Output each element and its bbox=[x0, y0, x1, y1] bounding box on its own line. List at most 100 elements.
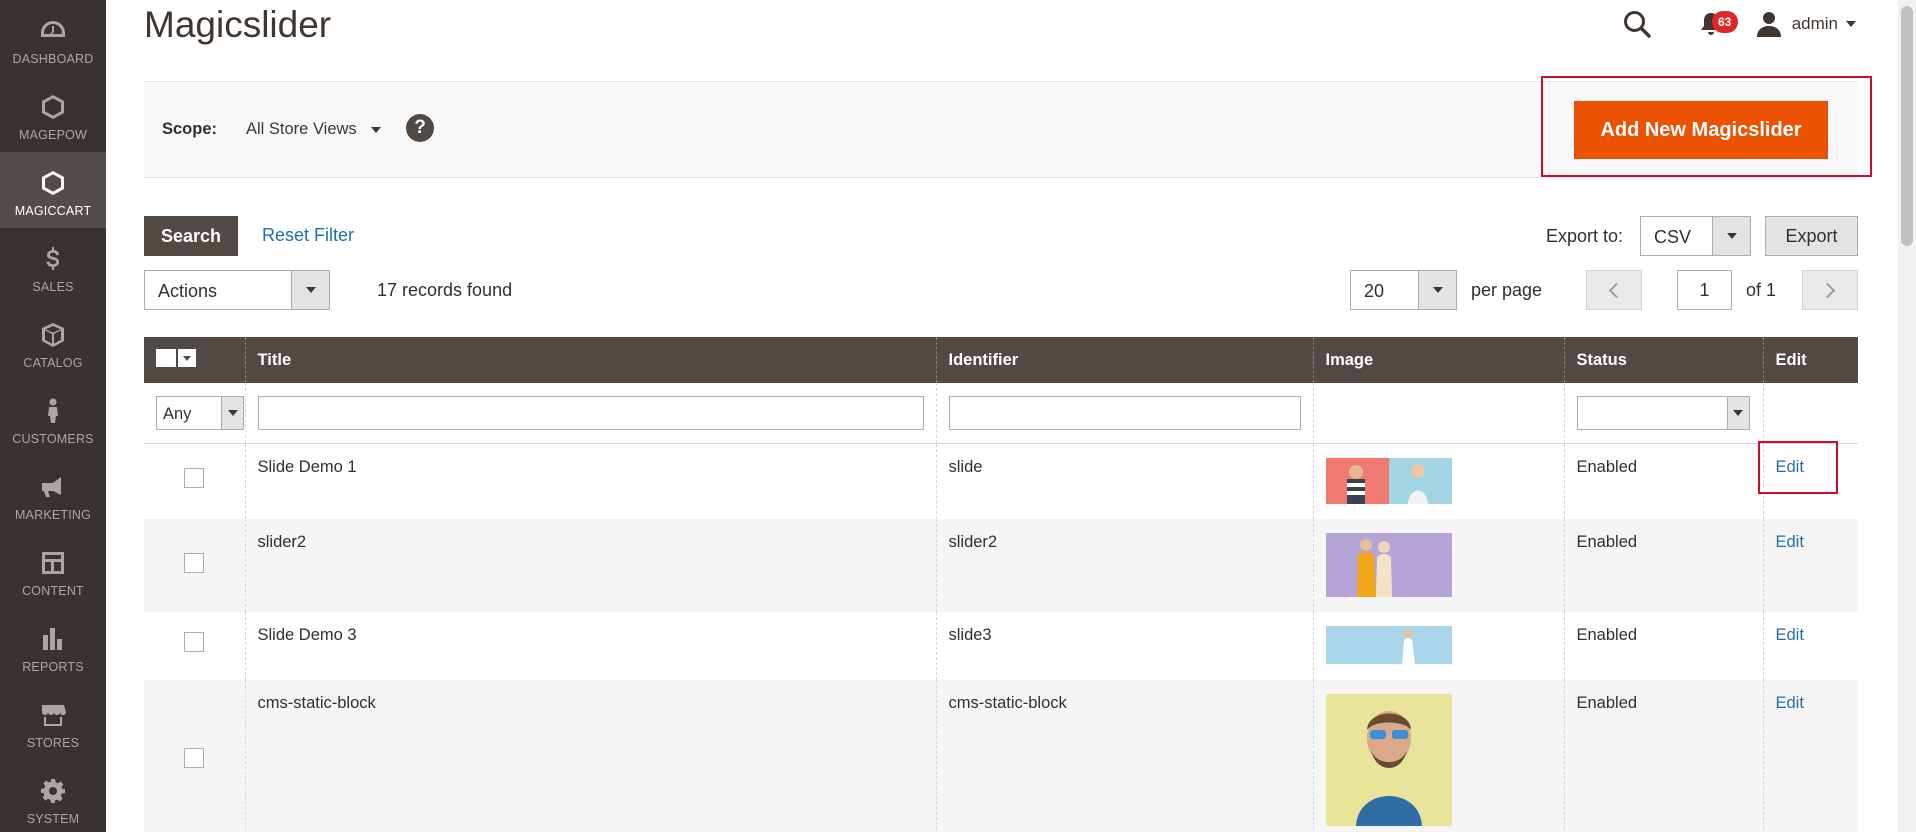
filter-row: Any bbox=[144, 383, 1858, 444]
row-checkbox[interactable] bbox=[184, 553, 205, 573]
sidebar-item-reports[interactable]: REPORTS bbox=[0, 608, 106, 684]
dollar-icon bbox=[38, 244, 68, 274]
records-found-count: 17 records found bbox=[377, 280, 513, 300]
chevron-down-icon bbox=[183, 355, 191, 361]
edit-cell: Edit bbox=[1762, 519, 1858, 612]
filter-cell bbox=[1312, 383, 1564, 444]
export-format-select[interactable]: CSV bbox=[1640, 216, 1751, 256]
actions-value: Actions bbox=[158, 281, 218, 301]
admin-user-menu[interactable]: admin bbox=[1756, 11, 1856, 37]
row-select-cell bbox=[144, 519, 245, 612]
title-cell: Slide Demo 3 bbox=[244, 612, 936, 680]
table-row[interactable]: cms-static-block cms-static-block Enable… bbox=[144, 680, 1858, 832]
sidebar-item-system[interactable]: SYSTEM bbox=[0, 760, 106, 832]
slide-thumbnail-image bbox=[1325, 626, 1452, 664]
filter-cell bbox=[244, 383, 936, 444]
select-all-checkbox[interactable] bbox=[156, 349, 176, 367]
row-checkbox[interactable] bbox=[184, 467, 205, 488]
sidebar-item-content[interactable]: CONTENT bbox=[0, 532, 106, 608]
mass-select-header bbox=[144, 337, 245, 383]
chevron-down-icon bbox=[305, 287, 316, 293]
gear-icon bbox=[38, 776, 68, 806]
row-checkbox[interactable] bbox=[184, 632, 205, 652]
identifier-cell: slide bbox=[935, 443, 1313, 519]
previous-page-button[interactable] bbox=[1586, 270, 1642, 310]
sidebar-item-catalog[interactable]: CATALOG bbox=[0, 304, 106, 380]
sidebar-item-sales[interactable]: SALES bbox=[0, 228, 106, 304]
per-page-select[interactable]: 20 bbox=[1350, 270, 1457, 310]
page-scrollbar[interactable] bbox=[1898, 0, 1916, 832]
row-checkbox[interactable] bbox=[184, 748, 205, 768]
row-select-cell bbox=[144, 680, 245, 832]
sidebar-item-label: SYSTEM bbox=[26, 812, 80, 826]
column-header-edit: Edit bbox=[1762, 337, 1858, 383]
sidebar-item-customers[interactable]: CUSTOMERS bbox=[0, 380, 106, 456]
table-row[interactable]: Slide Demo 3 slide3 Enabled Edit bbox=[144, 612, 1858, 680]
current-page-input[interactable] bbox=[1677, 270, 1732, 310]
table-row[interactable]: slider2 slider2 Enabled Edit bbox=[144, 519, 1858, 612]
admin-sidebar: DASHBOARD MAGEPOW MAGICCART SALES CATALO… bbox=[0, 0, 106, 832]
status-cell: Enabled bbox=[1563, 680, 1763, 832]
image-cell bbox=[1312, 443, 1564, 519]
title-cell: cms-static-block bbox=[244, 680, 936, 832]
help-icon[interactable]: ? bbox=[406, 114, 434, 142]
sidebar-item-label: CUSTOMERS bbox=[12, 432, 94, 446]
mass-filter-select[interactable]: Any bbox=[156, 395, 244, 430]
search-button[interactable]: Search bbox=[144, 216, 238, 256]
chevron-down-icon bbox=[1726, 233, 1737, 239]
title-filter-input[interactable] bbox=[257, 395, 924, 430]
status-cell: Enabled bbox=[1563, 443, 1763, 519]
identifier-cell: cms-static-block bbox=[935, 680, 1313, 832]
select-arrow bbox=[1712, 217, 1750, 255]
select-arrow bbox=[291, 271, 329, 309]
notifications-bell[interactable]: 63 bbox=[1696, 9, 1738, 39]
sidebar-item-stores[interactable]: STORES bbox=[0, 684, 106, 760]
identifier-cell: slide3 bbox=[935, 612, 1313, 680]
column-header-status[interactable]: Status bbox=[1563, 337, 1763, 383]
column-header-image[interactable]: Image bbox=[1312, 337, 1564, 383]
mass-actions-select[interactable]: Actions bbox=[144, 270, 330, 310]
edit-link[interactable]: Edit bbox=[1776, 694, 1804, 712]
bar-chart-icon bbox=[38, 624, 68, 654]
scrollbar-thumb[interactable] bbox=[1901, 6, 1913, 246]
layout-icon bbox=[38, 548, 68, 578]
mass-select-dropdown[interactable] bbox=[156, 348, 196, 368]
user-icon bbox=[1756, 12, 1781, 37]
megaphone-icon bbox=[38, 472, 68, 502]
magicslider-grid: Title Identifier Image Status Edit Any S… bbox=[144, 337, 1858, 832]
reset-filter-link[interactable]: Reset Filter bbox=[262, 225, 354, 246]
search-icon[interactable] bbox=[1622, 9, 1652, 39]
table-row[interactable]: Slide Demo 1 slide Enabled Edit bbox=[144, 443, 1858, 519]
mass-select-caret[interactable] bbox=[178, 349, 196, 367]
person-icon bbox=[38, 396, 68, 426]
slide-thumbnail-image bbox=[1325, 457, 1452, 504]
column-header-identifier[interactable]: Identifier bbox=[935, 337, 1313, 383]
sidebar-item-marketing[interactable]: MARKETING bbox=[0, 456, 106, 532]
sidebar-item-label: STORES bbox=[26, 736, 80, 750]
add-new-magicslider-button[interactable]: Add New Magicslider bbox=[1574, 101, 1828, 159]
status-cell: Enabled bbox=[1563, 519, 1763, 612]
sidebar-item-dashboard[interactable]: DASHBOARD bbox=[0, 0, 106, 76]
filter-cell: Any bbox=[144, 383, 245, 444]
next-page-button[interactable] bbox=[1802, 270, 1858, 310]
export-button[interactable]: Export bbox=[1765, 216, 1858, 256]
edit-link[interactable]: Edit bbox=[1776, 626, 1804, 644]
sidebar-item-label: MAGICCART bbox=[14, 204, 92, 218]
edit-link[interactable]: Edit bbox=[1776, 533, 1804, 551]
title-cell: Slide Demo 1 bbox=[244, 443, 936, 519]
sidebar-item-magiccart[interactable]: MAGICCART bbox=[0, 152, 106, 228]
scope-value: All Store Views bbox=[246, 120, 357, 138]
sidebar-item-label: REPORTS bbox=[22, 660, 84, 674]
chevron-down-icon bbox=[1846, 21, 1856, 27]
page-title: Magicslider bbox=[144, 4, 332, 45]
column-header-title[interactable]: Title bbox=[244, 337, 936, 383]
status-cell: Enabled bbox=[1563, 612, 1763, 680]
filter-cell bbox=[935, 383, 1313, 444]
sidebar-item-magepow[interactable]: MAGEPOW bbox=[0, 76, 106, 152]
identifier-filter-input[interactable] bbox=[948, 395, 1301, 430]
select-arrow bbox=[1726, 396, 1749, 429]
edit-link[interactable]: Edit bbox=[1776, 458, 1804, 476]
row-select-cell bbox=[144, 443, 245, 519]
status-filter-select[interactable] bbox=[1576, 395, 1750, 430]
scope-switcher[interactable]: All Store Views bbox=[246, 120, 381, 139]
